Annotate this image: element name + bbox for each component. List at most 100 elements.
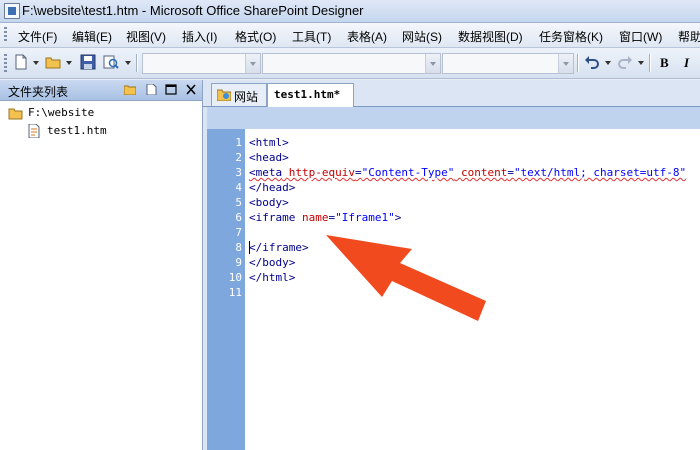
line-number: 4 <box>235 181 242 194</box>
code-string: "text/html; charset=utf-8" <box>513 166 687 179</box>
menu-site[interactable]: 网站(S) <box>402 28 442 45</box>
code-line: <head> <box>249 151 289 164</box>
code-token: <head> <box>249 151 289 164</box>
bold-button[interactable]: B <box>660 55 669 71</box>
tree-item-root[interactable]: F:\website <box>0 105 200 122</box>
code-line: <meta http-equiv="Content-Type" content=… <box>249 166 687 179</box>
new-dropdown-caret[interactable] <box>33 61 39 65</box>
code-token: <meta <box>249 166 283 179</box>
menu-window[interactable]: 窗口(W) <box>619 28 662 45</box>
menu-edit[interactable]: 编辑(E) <box>72 28 112 45</box>
window-title: F:\website\test1.htm - Microsoft Office … <box>22 3 364 18</box>
redo-dropdown-caret[interactable] <box>638 61 644 65</box>
line-number: 7 <box>235 226 242 239</box>
code-line: </body> <box>249 256 295 269</box>
menu-insert[interactable]: 插入(I) <box>182 28 217 45</box>
tab-label: 网站 <box>234 90 259 104</box>
folder-list-title: 文件夹列表 <box>8 85 69 99</box>
line-number: 3 <box>235 166 242 179</box>
code-token: <iframe <box>249 211 296 224</box>
menu-format[interactable]: 格式(O) <box>235 28 276 45</box>
close-icon[interactable] <box>185 84 197 95</box>
toolbar-separator <box>649 54 651 72</box>
menu-task-panes[interactable]: 任务窗格(K) <box>539 28 603 45</box>
html-file-icon <box>28 124 40 138</box>
line-number: 10 <box>228 271 242 284</box>
maximize-icon[interactable] <box>165 84 177 95</box>
chevron-down-icon[interactable] <box>245 54 260 73</box>
title-bar: F:\website\test1.htm - Microsoft Office … <box>0 0 700 23</box>
code-line: <body> <box>249 196 289 209</box>
toolbar-separator <box>136 54 138 72</box>
tab-test1[interactable]: test1.htm* <box>267 83 354 107</box>
line-number: 2 <box>235 151 242 164</box>
preview-dropdown-caret[interactable] <box>125 61 131 65</box>
folder-list-header: 文件夹列表 <box>0 80 202 101</box>
app-icon <box>4 3 20 19</box>
font-combo[interactable] <box>262 53 441 74</box>
line-number: 5 <box>235 196 242 209</box>
menu-file[interactable]: 文件(F) <box>18 28 57 45</box>
code-line: </iframe> <box>249 241 309 254</box>
undo-icon[interactable] <box>584 54 600 70</box>
line-number-gutter: 1 2 3 4 5 6 7 8 9 10 11 <box>207 129 245 450</box>
toolbar: B I <box>0 48 700 79</box>
preview-icon[interactable] <box>103 54 119 70</box>
tree-item-file[interactable]: test1.htm <box>0 123 200 140</box>
menu-table[interactable]: 表格(A) <box>347 28 387 45</box>
font-size-combo[interactable] <box>442 53 574 74</box>
toolbar-grip <box>4 54 7 72</box>
italic-button[interactable]: I <box>684 55 689 71</box>
tree-item-label: test1.htm <box>47 124 107 137</box>
menu-help[interactable]: 帮助 <box>678 28 700 45</box>
tree-item-label: F:\website <box>28 106 95 119</box>
new-folder-icon[interactable] <box>124 84 136 95</box>
menu-tools[interactable]: 工具(T) <box>292 28 331 45</box>
code-token: </body> <box>249 256 296 269</box>
folder-icon <box>8 108 23 120</box>
line-number: 8 <box>235 241 242 254</box>
code-token: <body> <box>249 196 289 209</box>
line-number: 11 <box>228 286 242 299</box>
tab-label: test1.htm* <box>274 88 341 101</box>
document-tab-strip: 网站 test1.htm* <box>203 80 700 107</box>
code-attr: content <box>460 166 508 179</box>
code-token: > <box>394 211 402 224</box>
text-cursor <box>249 241 250 254</box>
code-attr: http-equiv <box>288 166 355 179</box>
annotation-arrow <box>326 235 486 321</box>
code-string: "Content-Type" <box>361 166 455 179</box>
style-combo[interactable] <box>142 53 261 74</box>
tab-website[interactable]: 网站 <box>211 83 267 106</box>
website-icon <box>217 89 231 101</box>
menu-view[interactable]: 视图(V) <box>126 28 166 45</box>
menu-data-view[interactable]: 数据视图(D) <box>458 28 523 45</box>
new-page-icon[interactable] <box>145 84 157 95</box>
new-page-icon[interactable] <box>13 54 29 70</box>
open-dropdown-caret[interactable] <box>66 61 72 65</box>
toolbar-separator <box>577 54 579 72</box>
code-token: </head> <box>249 181 296 194</box>
code-line: </html> <box>249 271 295 284</box>
folder-list-pane: 文件夹列表 F:\website test1.htm <box>0 80 203 450</box>
open-folder-icon[interactable] <box>45 54 61 70</box>
line-number: 6 <box>235 211 242 224</box>
save-icon[interactable] <box>80 54 96 70</box>
line-number: 9 <box>235 256 242 269</box>
menu-bar: 文件(F) 编辑(E) 视图(V) 插入(I) 格式(O) 工具(T) 表格(A… <box>0 23 700 48</box>
code-token: </html> <box>249 271 296 284</box>
code-line: </head> <box>249 181 295 194</box>
code-line: <html> <box>249 136 289 149</box>
undo-dropdown-caret[interactable] <box>605 61 611 65</box>
line-number: 1 <box>235 136 242 149</box>
code-token: </iframe> <box>249 241 309 254</box>
chevron-down-icon[interactable] <box>425 54 440 73</box>
code-attr: name <box>301 211 329 224</box>
editor-sub-bar <box>207 107 700 129</box>
redo-icon[interactable] <box>617 54 633 70</box>
menu-grip <box>4 27 7 43</box>
chevron-down-icon[interactable] <box>558 54 573 73</box>
code-token: <html> <box>249 136 289 149</box>
code-string: "Iframe1" <box>335 211 395 224</box>
code-line: <iframe name="Iframe1"> <box>249 211 402 224</box>
